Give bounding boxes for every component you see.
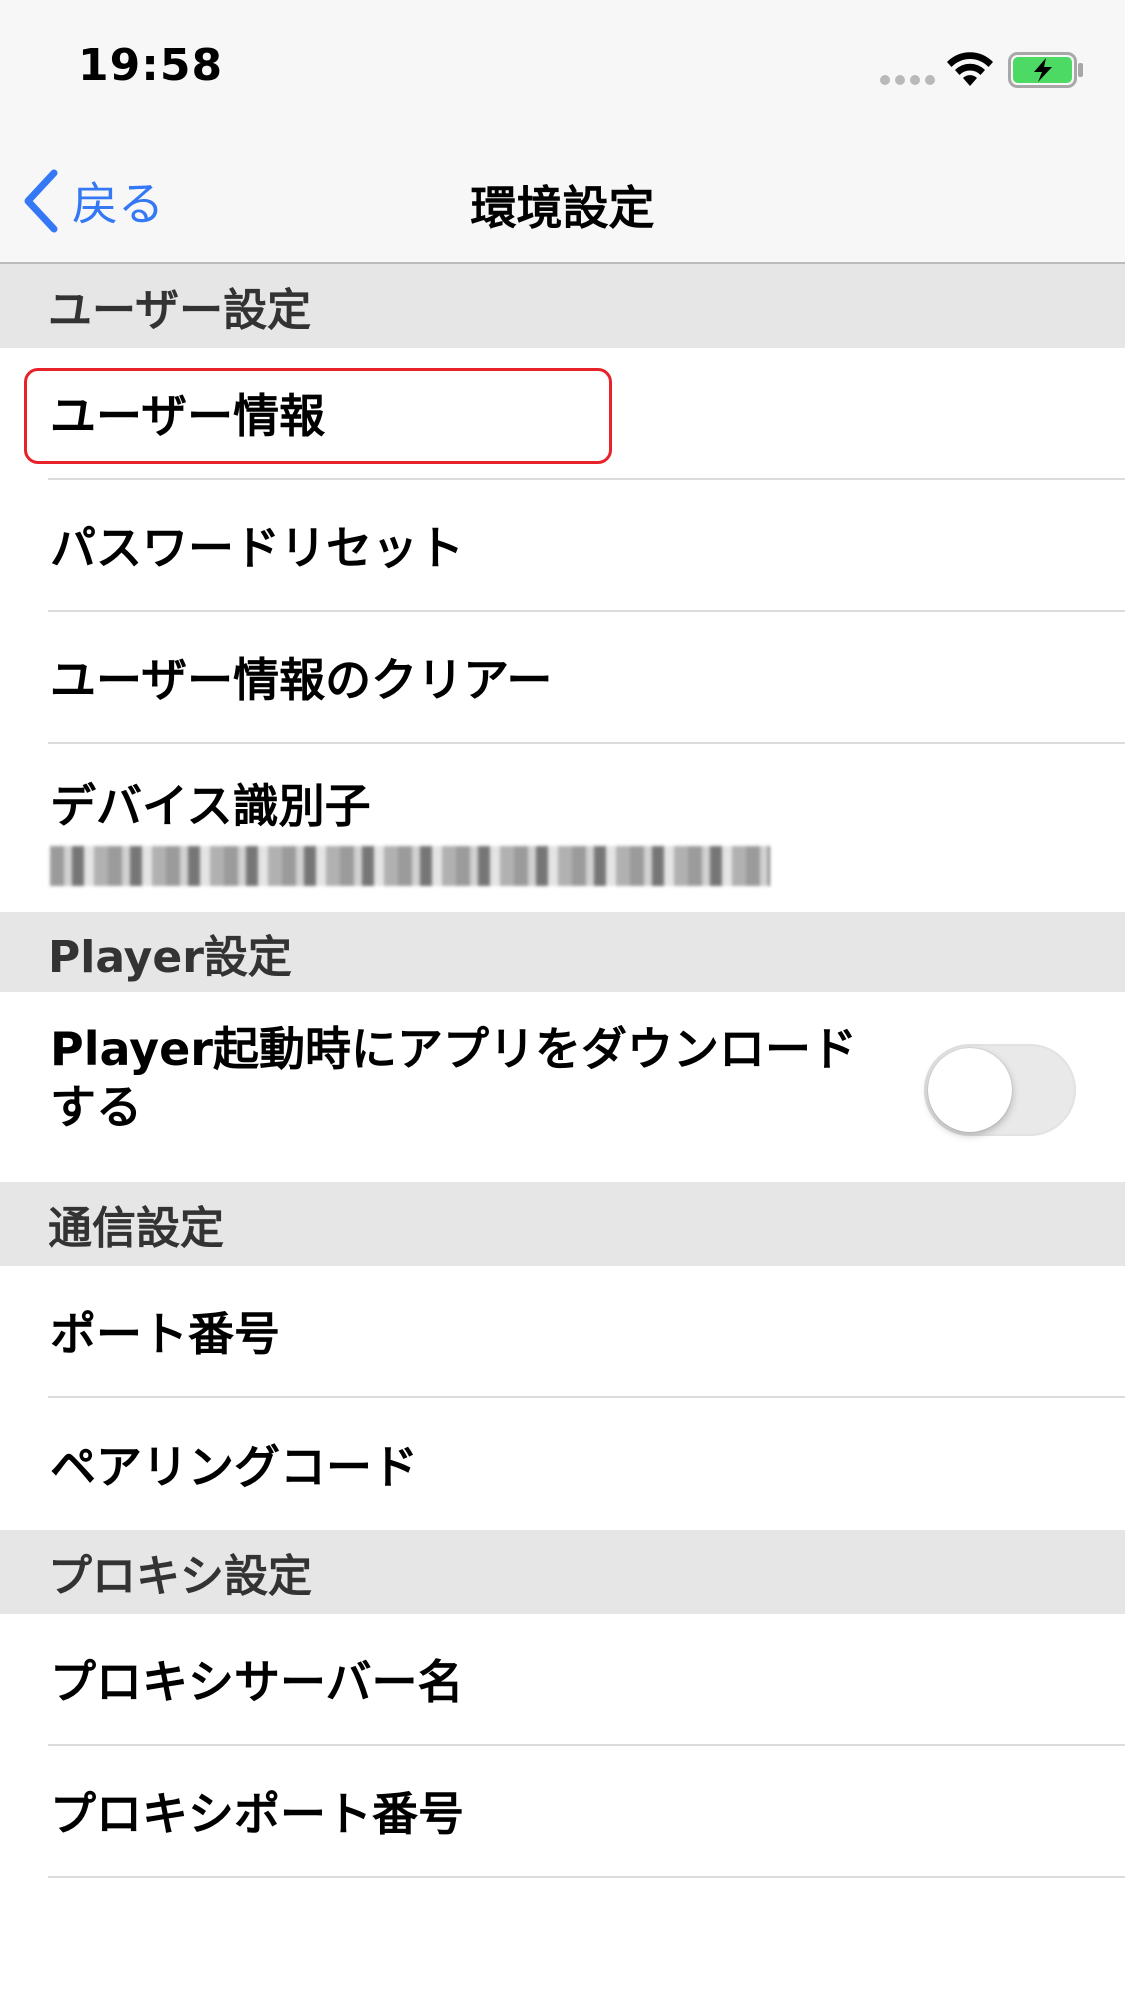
section-header-user-settings: ユーザー設定	[0, 264, 1125, 348]
device-identifier-label: デバイス識別子	[50, 779, 371, 833]
navigation-bar: 戻る 環境設定	[0, 136, 1125, 264]
section-header-player-settings: Player設定	[0, 912, 1125, 994]
row-download-on-launch: Player起動時にアプリをダウンロードする	[0, 992, 1125, 1182]
battery-charging-icon	[1008, 52, 1083, 88]
row-label: プロキシポート番号	[50, 1787, 464, 1841]
download-on-launch-label: Player起動時にアプリをダウンロードする	[50, 1022, 857, 1134]
row-password-reset[interactable]: パスワードリセット	[0, 480, 1125, 610]
row-clear-user-info[interactable]: ユーザー情報のクリアー	[0, 612, 1125, 742]
page-title: 環境設定	[470, 181, 655, 235]
download-on-launch-toggle[interactable]	[924, 1044, 1076, 1136]
separator	[48, 1876, 1125, 1878]
row-port-number[interactable]: ポート番号	[0, 1266, 1125, 1396]
row-label: パスワードリセット	[50, 521, 464, 575]
device-identifier-value-blurred: xxxxxxxx-xxxx-xxxx-xxxx-xxxxxxxxxxxx	[50, 846, 770, 886]
wifi-icon	[947, 52, 993, 86]
row-proxy-server-name[interactable]: プロキシサーバー名	[0, 1614, 1125, 1744]
status-time: 19:58	[78, 40, 224, 91]
row-proxy-port-number[interactable]: プロキシポート番号	[0, 1746, 1125, 1876]
section-header-network-settings: 通信設定	[0, 1182, 1125, 1266]
row-label: ペアリングコード	[50, 1440, 418, 1494]
row-label: ユーザー情報のクリアー	[50, 653, 553, 707]
row-device-identifier: デバイス識別子 xxxxxxxx-xxxx-xxxx-xxxx-xxxxxxxx…	[0, 744, 1125, 912]
row-pairing-code[interactable]: ペアリングコード	[0, 1398, 1125, 1530]
highlight-annotation	[24, 368, 612, 464]
toggle-knob	[928, 1048, 1012, 1132]
row-label: プロキシサーバー名	[50, 1655, 464, 1709]
row-label: ポート番号	[50, 1307, 280, 1361]
status-bar: 19:58	[0, 0, 1125, 136]
section-header-proxy-settings: プロキシ設定	[0, 1530, 1125, 1614]
signal-dots-icon	[880, 75, 935, 85]
